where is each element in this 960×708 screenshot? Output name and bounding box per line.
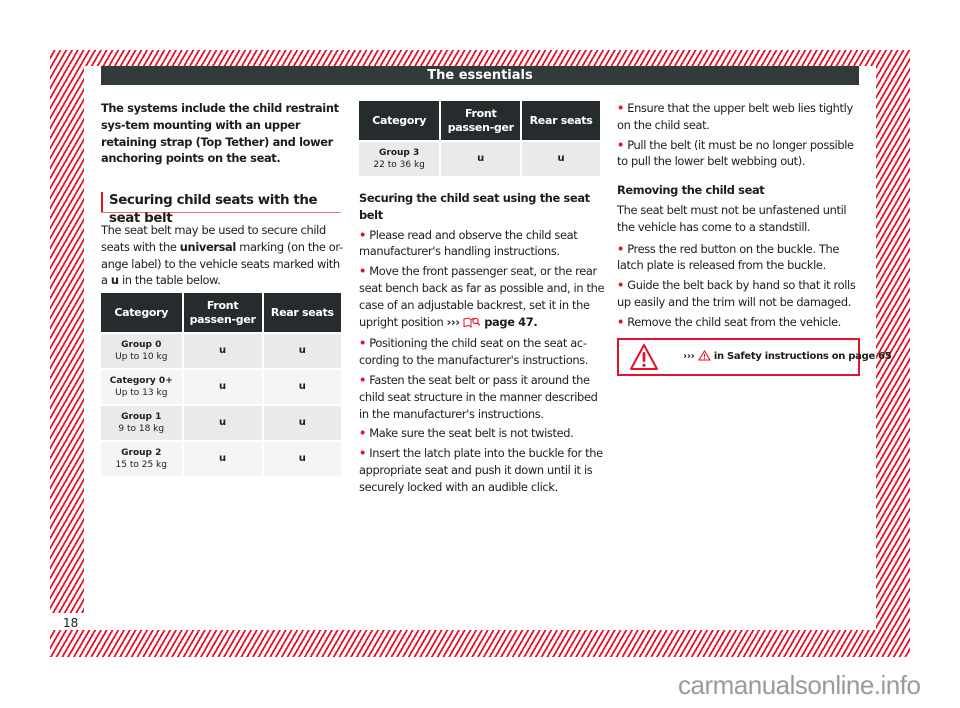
category-name: Group 2 xyxy=(121,448,162,458)
category-name: Group 0 xyxy=(121,340,162,350)
subheading-securing: Securing the child seat using the seat b… xyxy=(359,191,590,222)
front-passenger-cell: u xyxy=(183,334,262,368)
category-weight: 22 to 36 kg xyxy=(373,160,425,170)
bullet-text: Please read and observe the child seat m… xyxy=(359,227,578,259)
column-header-front-passenger: Front passen-ger xyxy=(183,293,262,332)
bullet-dot-icon: • xyxy=(617,278,624,293)
subheading-removing: Removing the child seat xyxy=(617,183,765,198)
safety-reference-text: in Safety instructions on page 65 xyxy=(710,351,892,362)
bullet-text: Fasten the seat belt or pass it around t… xyxy=(359,372,598,421)
table-header-row: Category Front passen-ger Rear seats xyxy=(359,101,600,140)
page-number: 18 xyxy=(63,616,79,630)
seat-compatibility-table-continued: Category Front passen-ger Rear seats Gro… xyxy=(357,99,602,178)
rear-seats-cell: u xyxy=(263,442,341,476)
bullet-text: Insert the latch plate into the buckle f… xyxy=(359,446,603,494)
table-row: Group 3 22 to 36 kg u u xyxy=(359,142,600,176)
chapter-header: The essentials xyxy=(101,66,859,85)
bullet-item: • Guide the belt back by hand so that it… xyxy=(617,277,863,311)
right-column: • Ensure that the upper belt web lies ti… xyxy=(617,100,863,334)
column-header-rear-seats: Rear seats xyxy=(263,293,341,332)
category-weight: 9 to 18 kg xyxy=(118,424,165,434)
safety-warning-box: ››› in Safety instructions on page 65 xyxy=(617,338,892,376)
bullet-item: • Make sure the seat belt is not twisted… xyxy=(359,425,605,442)
rear-seats-cell: u xyxy=(263,406,341,440)
rear-seats-cell: u xyxy=(263,334,341,368)
bullet-dot-icon: • xyxy=(617,137,624,152)
bullet-item: • Please read and observe the child seat… xyxy=(359,227,605,261)
table-row: Group 0 Up to 10 kg u u xyxy=(101,334,341,368)
reference-arrows: ››› xyxy=(683,351,695,362)
rear-seats-cell: u xyxy=(263,370,341,404)
watermark: carmanualsonline.info xyxy=(678,670,921,700)
bullet-item: • Remove the child seat from the vehicle… xyxy=(617,314,863,331)
column-header-front-passenger: Front passen-ger xyxy=(441,101,521,140)
bullet-dot-icon: • xyxy=(359,227,366,242)
bullet-item: • Move the front passenger seat, or the … xyxy=(359,263,605,332)
category-cell: Group 0 Up to 10 kg xyxy=(101,334,182,368)
section-underline xyxy=(101,212,341,213)
bullet-text: Ensure that the upper belt web lies tigh… xyxy=(617,101,853,132)
warning-triangle-icon xyxy=(629,343,659,371)
middle-column: Securing the child seat using the seat b… xyxy=(359,190,605,499)
bullet-text: Positioning the child seat on the seat a… xyxy=(359,336,589,368)
category-cell: Category 0+ Up to 13 kg xyxy=(101,370,182,404)
body-bold-u: u xyxy=(110,273,119,288)
rear-seats-cell: u xyxy=(522,142,600,176)
category-cell: Group 3 22 to 36 kg xyxy=(359,142,440,176)
category-name: Category 0+ xyxy=(109,376,173,386)
table-row: Category 0+ Up to 13 kg u u xyxy=(101,370,341,404)
category-name: Group 1 xyxy=(121,412,162,422)
reference-arrows: ››› xyxy=(446,314,460,329)
left-column: The systems include the child restraint … xyxy=(101,100,343,167)
bullet-text: Move the front passenger seat, or the re… xyxy=(359,264,605,329)
bullet-dot-icon: • xyxy=(617,314,624,329)
category-cell: Group 2 15 to 25 kg xyxy=(101,442,182,476)
bullet-text: Make sure the seat belt is not twisted. xyxy=(369,426,574,441)
bullet-text: Guide the belt back by hand so that it r… xyxy=(617,278,856,309)
front-passenger-cell: u xyxy=(183,370,262,404)
column-header-rear-seats: Rear seats xyxy=(522,101,600,140)
book-search-icon[interactable] xyxy=(463,316,481,333)
bullet-dot-icon: • xyxy=(617,101,624,115)
small-warning-icon xyxy=(697,349,711,364)
body-bold-universal: universal xyxy=(179,239,236,254)
safety-reference-link[interactable]: ››› in Safety instructions on page 65 xyxy=(683,349,892,364)
category-cell: Group 1 9 to 18 kg xyxy=(101,406,182,440)
front-passenger-cell: u xyxy=(183,442,262,476)
column-header-category: Category xyxy=(359,101,440,140)
bullet-dot-icon: • xyxy=(359,446,366,461)
front-passenger-cell: u xyxy=(183,406,262,440)
body-text: in the table below. xyxy=(118,273,221,288)
seat-belt-paragraph: The seat belt may be used to secure chil… xyxy=(101,222,343,289)
bullet-item: • Fasten the seat belt or pass it around… xyxy=(359,372,605,422)
bullet-text: Pull the belt (it must be no longer poss… xyxy=(617,137,854,169)
bullet-item: • Pull the belt (it must be no longer po… xyxy=(617,137,863,171)
bullet-item: • Insert the latch plate into the buckle… xyxy=(359,445,605,495)
reference-page-link[interactable]: page 47. xyxy=(484,315,537,329)
bullet-dot-icon: • xyxy=(359,426,366,441)
seat-compatibility-table: Category Front passen-ger Rear seats Gro… xyxy=(99,291,343,478)
front-passenger-cell: u xyxy=(441,142,521,176)
intro-paragraph: The systems include the child restraint … xyxy=(101,101,339,166)
bullet-dot-icon: • xyxy=(617,241,624,256)
bullet-item: • Positioning the child seat on the seat… xyxy=(359,335,605,369)
bullet-text: Remove the child seat from the vehicle. xyxy=(627,314,842,329)
bullet-dot-icon: • xyxy=(359,264,366,279)
bullet-dot-icon: • xyxy=(359,336,366,351)
table-header-row: Category Front passen-ger Rear seats xyxy=(101,293,341,332)
bullet-item: • Press the red button on the buckle. Th… xyxy=(617,241,863,275)
bullet-dot-icon: • xyxy=(359,372,366,387)
table-row: Group 2 15 to 25 kg u u xyxy=(101,442,341,476)
bullet-text: Press the red button on the buckle. The … xyxy=(617,241,839,273)
category-name: Group 3 xyxy=(379,148,420,158)
bullet-item: • Ensure that the upper belt web lies ti… xyxy=(617,100,863,134)
removing-paragraph: The seat belt must not be unfastened unt… xyxy=(617,202,847,234)
table-row: Group 1 9 to 18 kg u u xyxy=(101,406,341,440)
category-weight: Up to 10 kg xyxy=(115,352,168,362)
category-weight: Up to 13 kg xyxy=(115,388,168,398)
category-weight: 15 to 25 kg xyxy=(115,460,167,470)
column-header-category: Category xyxy=(101,293,182,332)
section-heading: Securing child seats with the seat belt xyxy=(101,192,341,226)
